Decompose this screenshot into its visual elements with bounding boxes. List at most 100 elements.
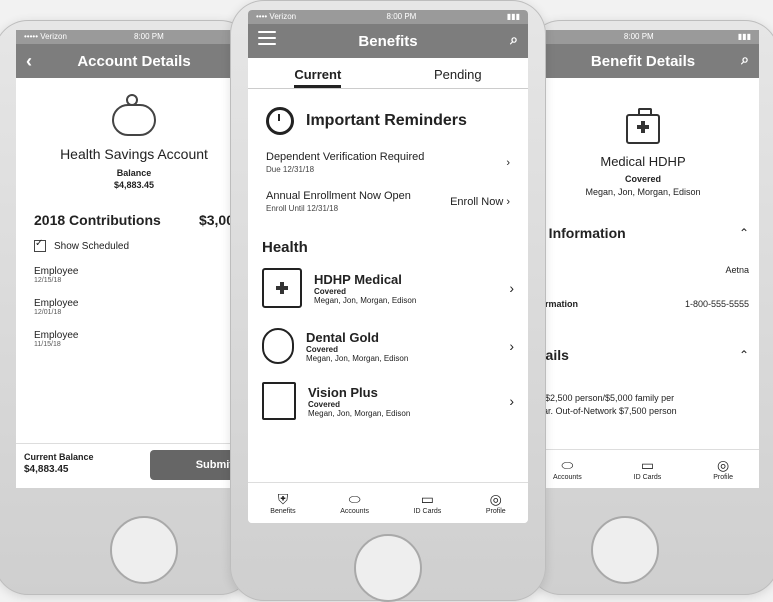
shield-icon: ⛨ xyxy=(277,490,289,507)
back-icon[interactable]: ‹ xyxy=(26,51,32,72)
status-bar: ⌁ 8:00 PM ▮▮▮ xyxy=(527,30,759,44)
plan-item[interactable]: Vision Plus Covered Megan, Jon, Morgan, … xyxy=(248,382,528,420)
time: 8:00 PM xyxy=(386,12,417,21)
nav-label: Benefits xyxy=(270,507,296,515)
details-header[interactable]: Details ⌃ xyxy=(527,347,759,363)
show-scheduled-label: Show Scheduled xyxy=(54,240,130,252)
chevron-right-icon: › xyxy=(509,393,514,409)
reminder-due: Enroll Until 12/31/18 xyxy=(266,204,339,213)
top-nav: Benefit Details ⌕ xyxy=(527,44,759,78)
chevron-up-icon: ⌃ xyxy=(738,348,749,362)
benefit-header: Medical HDHP Covered Megan, Jon, Morgan,… xyxy=(527,154,759,197)
nav-label: Accounts xyxy=(552,473,582,481)
plan-text: HDHP Medical Covered Megan, Jon, Morgan,… xyxy=(314,272,501,305)
contributions-header: 2018 Contributions $3,00 xyxy=(16,212,252,228)
phone-left: ••••• Verizon 8:00 PM ▮▮▮ ‹ Account Deta… xyxy=(0,20,254,595)
search-icon[interactable]: ⌕ xyxy=(741,51,749,68)
bottom-nav: ⛨ Benefits ⬭ Accounts ▭ ID Cards ◎ Profi… xyxy=(248,482,528,523)
plan-status: Covered xyxy=(314,286,347,296)
nav-id-cards[interactable]: ▭ ID Cards xyxy=(414,492,442,515)
item-date: 11/15/18 xyxy=(34,341,61,348)
reminders-header: Important Reminders xyxy=(248,107,528,135)
top-nav: Benefits ⌕ xyxy=(248,24,528,58)
tab-pending[interactable]: Pending xyxy=(434,67,482,88)
reminder-text: Annual Enrollment Now Open Enroll Until … xyxy=(266,190,411,213)
contributions-amount: $3,00 xyxy=(198,212,234,228)
nav-label: Accounts xyxy=(340,507,369,515)
reminder-title: Annual Enrollment Now Open xyxy=(266,190,411,202)
bottom-nav: ⬭ Accounts ▭ ID Cards ◎ Profile xyxy=(527,449,759,488)
nav-profile[interactable]: ◎ Profile xyxy=(486,492,506,515)
item-label: Employee xyxy=(34,266,79,277)
page-title: Benefits xyxy=(358,32,418,50)
chevron-right-icon: › xyxy=(509,280,514,296)
plan-name: Vision Plus xyxy=(308,384,378,400)
search-icon[interactable]: ⌕ xyxy=(510,31,518,48)
reminder-title: Dependent Verification Required xyxy=(266,151,425,163)
benefit-status: Covered xyxy=(624,174,661,184)
plan-who: Megan, Jon, Morgan, Edison xyxy=(308,408,411,418)
nav-label: ID Cards xyxy=(633,473,662,481)
reminders-title: Important Reminders xyxy=(306,112,467,129)
carrier: ••••• Verizon xyxy=(24,32,67,41)
plan-who: Megan, Jon, Morgan, Edison xyxy=(306,353,409,363)
reminder-item[interactable]: Dependent Verification Required Due 12/3… xyxy=(248,151,528,174)
contributions-title: 2018 Contributions xyxy=(34,212,161,228)
status-bar: •••• Verizon 8:00 PM ▮▮▮ xyxy=(248,10,528,24)
top-nav: ‹ Account Details xyxy=(16,44,252,78)
phone-center: •••• Verizon 8:00 PM ▮▮▮ Benefits ⌕ Curr… xyxy=(230,0,546,602)
item-label: Employee xyxy=(34,330,79,341)
item-date: 12/01/18 xyxy=(34,309,62,316)
battery-icon: ▮▮▮ xyxy=(506,12,520,21)
contact-value[interactable]: 1-800-555-5555 xyxy=(685,299,749,309)
provider-header[interactable]: der Information ⌃ xyxy=(527,225,759,241)
list-item[interactable]: Employee 12/15/18 xyxy=(34,266,234,284)
list-item[interactable]: Employee 11/15/18 xyxy=(34,330,234,348)
profile-icon: ◎ xyxy=(489,490,502,507)
nav-label: Profile xyxy=(485,507,506,515)
carrier-row: er Aetna xyxy=(527,265,759,275)
item-date: 12/15/18 xyxy=(34,277,62,284)
piggy-bank-icon: ⬭ xyxy=(561,456,574,473)
plan-item[interactable]: Dental Gold Covered Megan, Jon, Morgan, … xyxy=(248,328,528,364)
plan-name: Dental Gold xyxy=(306,329,379,345)
enroll-now-link[interactable]: Enroll Now › xyxy=(450,196,510,208)
item-label: Employee xyxy=(34,298,79,309)
screen-left: ••••• Verizon 8:00 PM ▮▮▮ ‹ Account Deta… xyxy=(16,30,252,488)
home-button[interactable] xyxy=(354,534,422,602)
checkbox[interactable] xyxy=(34,238,46,252)
piggy-bank-icon xyxy=(112,94,156,136)
show-scheduled-toggle[interactable]: Show Scheduled xyxy=(16,238,252,252)
nav-profile[interactable]: ◎ Profile xyxy=(713,458,733,481)
home-button[interactable] xyxy=(591,516,659,584)
battery-icon: ▮▮▮ xyxy=(737,32,751,41)
current-balance-value: $4,883.45 xyxy=(24,464,69,475)
id-card-icon: ▭ xyxy=(640,456,655,473)
list-item[interactable]: Employee 12/01/18 xyxy=(34,298,234,316)
deductible-block: ible vork: $2,500 person/$5,000 family p… xyxy=(527,379,759,418)
page-title: Benefit Details xyxy=(590,52,696,70)
chevron-up-icon: ⌃ xyxy=(738,226,749,240)
nav-benefits[interactable]: ⛨ Benefits xyxy=(270,492,295,515)
status-bar: ••••• Verizon 8:00 PM ▮▮▮ xyxy=(16,30,252,44)
chevron-right-icon: › xyxy=(506,156,510,169)
plan-item[interactable]: HDHP Medical Covered Megan, Jon, Morgan,… xyxy=(248,268,528,308)
cross-icon xyxy=(276,282,288,294)
footer-bar: Current Balance $4,883.45 Submit C xyxy=(16,443,252,488)
home-button[interactable] xyxy=(110,516,178,584)
tab-current[interactable]: Current xyxy=(294,67,342,88)
benefit-who: Megan, Jon, Morgan, Edison xyxy=(585,187,701,197)
nav-id-cards[interactable]: ▭ ID Cards xyxy=(634,458,662,481)
alarm-clock-icon xyxy=(266,107,294,135)
page-title: Account Details xyxy=(77,52,191,70)
current-balance-label: Current Balance xyxy=(24,452,94,462)
reminder-item[interactable]: Annual Enrollment Now Open Enroll Until … xyxy=(248,190,528,213)
contributions-list: Employee 12/15/18 Employee 12/01/18 Empl… xyxy=(16,266,252,348)
menu-icon[interactable] xyxy=(258,31,276,45)
tooth-icon xyxy=(262,328,294,364)
plan-who: Megan, Jon, Morgan, Edison xyxy=(314,295,417,305)
nav-accounts[interactable]: ⬭ Accounts xyxy=(553,458,582,481)
piggy-bank-icon: ⬭ xyxy=(348,490,361,507)
nav-accounts[interactable]: ⬭ Accounts xyxy=(340,492,369,515)
health-section-title: Health xyxy=(262,239,308,256)
